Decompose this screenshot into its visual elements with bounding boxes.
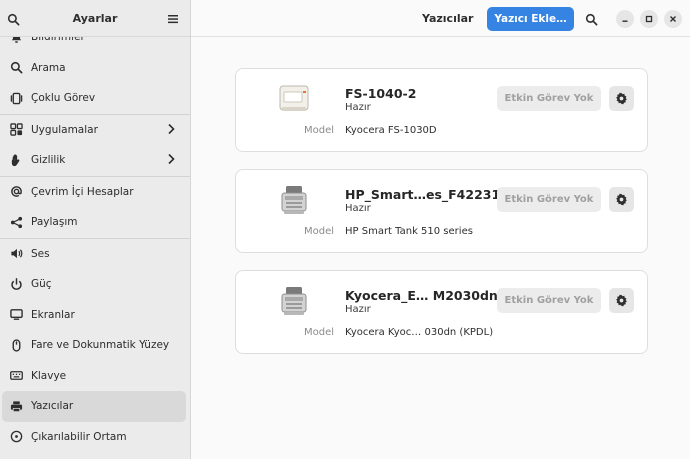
sidebar-item-label: Ses bbox=[31, 247, 50, 260]
close-icon bbox=[670, 16, 676, 22]
sidebar-item-search[interactable]: Arama bbox=[0, 53, 190, 84]
printer-card: FS-1040-2 Hazır Etkin Görev Yok Model Ky… bbox=[235, 68, 648, 152]
model-value: Kyocera Kyoc… 030dn (KPDL) bbox=[345, 327, 494, 338]
sidebar-title: Ayarlar bbox=[72, 12, 118, 25]
speaker-icon bbox=[9, 247, 23, 261]
sidebar-item-label: Ekranlar bbox=[31, 308, 75, 321]
chevron-right-icon bbox=[166, 123, 176, 138]
sidebar-item-multitasking[interactable]: Çoklu Görev bbox=[0, 83, 190, 114]
hamburger-menu-icon[interactable] bbox=[163, 9, 183, 29]
printer-card: Kyocera_E… M2030dn Hazır Etkin Görev Yok… bbox=[235, 270, 648, 354]
sidebar-item-label: Paylaşım bbox=[31, 216, 78, 229]
gear-icon bbox=[616, 193, 627, 206]
sidebar-list: Bildirimler Arama Çoklu Görev Uygulamala… bbox=[0, 22, 190, 452]
media-icon bbox=[9, 430, 23, 444]
sidebar-item-online-accounts[interactable]: Çevrim İçi Hesaplar bbox=[0, 177, 190, 208]
printer-image-icon bbox=[276, 81, 312, 117]
page-title: Yazıcılar bbox=[422, 12, 474, 25]
hand-icon bbox=[9, 153, 23, 167]
sidebar-item-printers[interactable]: Yazıcılar bbox=[2, 391, 186, 422]
sidebar-item-removable-media[interactable]: Çıkarılabilir Ortam bbox=[0, 422, 190, 453]
model-label: Model bbox=[304, 327, 335, 338]
printer-card: HP_Smart…es_F42231 Hazır Etkin Görev Yok… bbox=[235, 169, 648, 253]
main-panel: Yazıcılar Yazıcı Ekle… FS-1040-2 Hazır E… bbox=[191, 0, 690, 459]
model-value: HP Smart Tank 510 series bbox=[345, 226, 473, 237]
maximize-button[interactable] bbox=[640, 10, 658, 28]
share-icon bbox=[9, 215, 23, 229]
model-value: Kyocera FS-1030D bbox=[345, 125, 437, 136]
display-icon bbox=[9, 308, 23, 322]
sidebar-item-sharing[interactable]: Paylaşım bbox=[0, 207, 190, 238]
printer-name: FS-1040-2 bbox=[345, 86, 417, 101]
power-icon bbox=[9, 277, 23, 291]
printer-settings-button[interactable] bbox=[609, 86, 634, 111]
sidebar: Bildirimler Arama Çoklu Görev Uygulamala… bbox=[0, 0, 191, 459]
sidebar-item-power[interactable]: Güç bbox=[0, 269, 190, 300]
sidebar-item-displays[interactable]: Ekranlar bbox=[0, 300, 190, 331]
printer-name: HP_Smart…es_F42231 bbox=[345, 187, 501, 202]
maximize-icon bbox=[645, 15, 653, 23]
sidebar-header: Ayarlar bbox=[0, 0, 190, 37]
sidebar-item-label: Arama bbox=[31, 61, 66, 74]
at-sign-icon bbox=[9, 185, 23, 199]
sidebar-item-apps[interactable]: Uygulamalar bbox=[0, 115, 190, 146]
printer-state: Hazır bbox=[345, 102, 371, 113]
printer-image-icon bbox=[276, 283, 312, 319]
mouse-icon bbox=[9, 338, 23, 352]
sidebar-item-label: Uygulamalar bbox=[31, 123, 98, 136]
minimize-button[interactable] bbox=[616, 10, 634, 28]
multitasking-icon bbox=[9, 91, 23, 105]
sidebar-item-sound[interactable]: Ses bbox=[0, 239, 190, 270]
sidebar-item-label: Klavye bbox=[31, 369, 67, 382]
printer-state: Hazır bbox=[345, 304, 371, 315]
sidebar-item-label: Çıkarılabilir Ortam bbox=[31, 430, 127, 443]
active-jobs-button[interactable]: Etkin Görev Yok bbox=[497, 187, 601, 212]
sidebar-item-label: Çoklu Görev bbox=[31, 92, 96, 105]
printer-image-icon bbox=[276, 182, 312, 218]
model-label: Model bbox=[304, 226, 335, 237]
sidebar-item-privacy[interactable]: Gizlilik bbox=[0, 145, 190, 176]
apps-grid-icon bbox=[9, 123, 23, 137]
model-label: Model bbox=[304, 125, 335, 136]
chevron-right-icon bbox=[166, 153, 176, 168]
search-icon[interactable] bbox=[581, 9, 601, 29]
sidebar-item-label: Güç bbox=[31, 278, 52, 291]
printer-settings-button[interactable] bbox=[609, 288, 634, 313]
active-jobs-button[interactable]: Etkin Görev Yok bbox=[497, 86, 601, 111]
keyboard-icon bbox=[9, 369, 23, 383]
sidebar-item-keyboard[interactable]: Klavye bbox=[0, 361, 190, 392]
printer-icon bbox=[9, 399, 23, 413]
gear-icon bbox=[616, 92, 627, 105]
printer-state: Hazır bbox=[345, 203, 371, 214]
close-button[interactable] bbox=[664, 10, 682, 28]
sidebar-item-mouse-touchpad[interactable]: Fare ve Dokunmatik Yüzey bbox=[0, 330, 190, 361]
printer-name: Kyocera_E… M2030dn bbox=[345, 288, 498, 303]
printer-settings-button[interactable] bbox=[609, 187, 634, 212]
active-jobs-button[interactable]: Etkin Görev Yok bbox=[497, 288, 601, 313]
minimize-icon bbox=[622, 20, 628, 22]
main-header: Yazıcılar Yazıcı Ekle… bbox=[191, 0, 690, 37]
search-icon bbox=[9, 61, 23, 75]
add-printer-button[interactable]: Yazıcı Ekle… bbox=[487, 7, 574, 31]
sidebar-item-label: Çevrim İçi Hesaplar bbox=[31, 185, 134, 198]
sidebar-item-label: Yazıcılar bbox=[31, 400, 74, 413]
sidebar-item-label: Fare ve Dokunmatik Yüzey bbox=[31, 339, 170, 352]
sidebar-item-label: Gizlilik bbox=[31, 154, 66, 167]
gear-icon bbox=[616, 294, 627, 307]
